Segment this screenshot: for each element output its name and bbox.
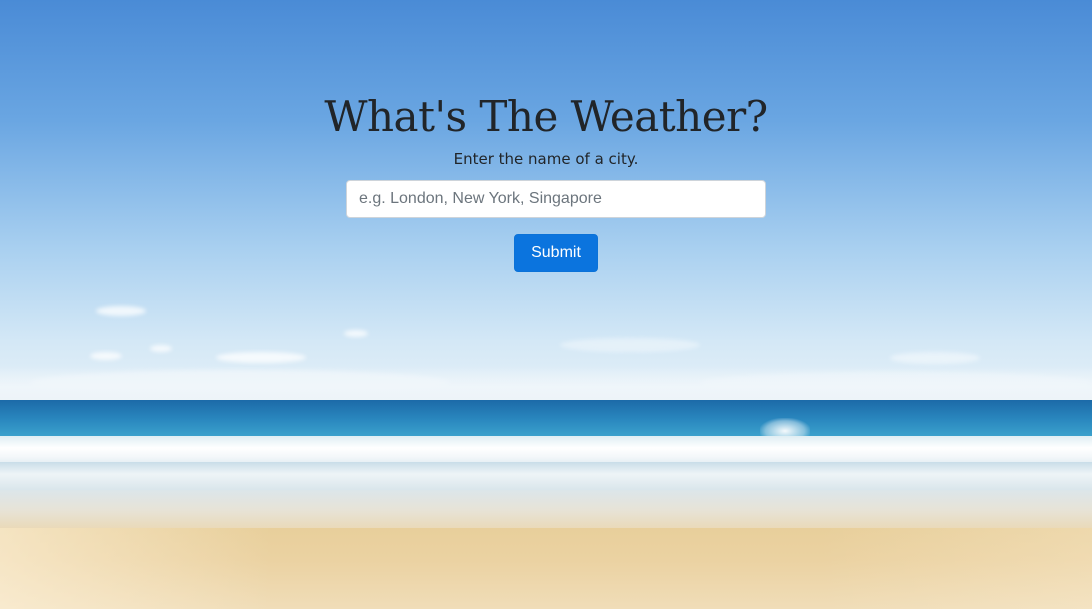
cloud bbox=[90, 352, 122, 360]
page-title: What's The Weather? bbox=[324, 92, 768, 141]
sand-shade bbox=[0, 528, 1092, 609]
cloud bbox=[96, 306, 146, 316]
cloud bbox=[560, 338, 700, 352]
page-subtitle: Enter the name of a city. bbox=[453, 150, 639, 168]
wet-sand bbox=[0, 490, 1092, 530]
cloud bbox=[344, 330, 368, 337]
cloud bbox=[150, 345, 172, 352]
cloud bbox=[890, 352, 980, 364]
city-search-input[interactable] bbox=[346, 180, 766, 218]
horizon-haze bbox=[0, 366, 1092, 404]
cloud bbox=[216, 352, 306, 363]
submit-button[interactable]: Submit bbox=[514, 234, 598, 272]
foam bbox=[0, 462, 1092, 492]
